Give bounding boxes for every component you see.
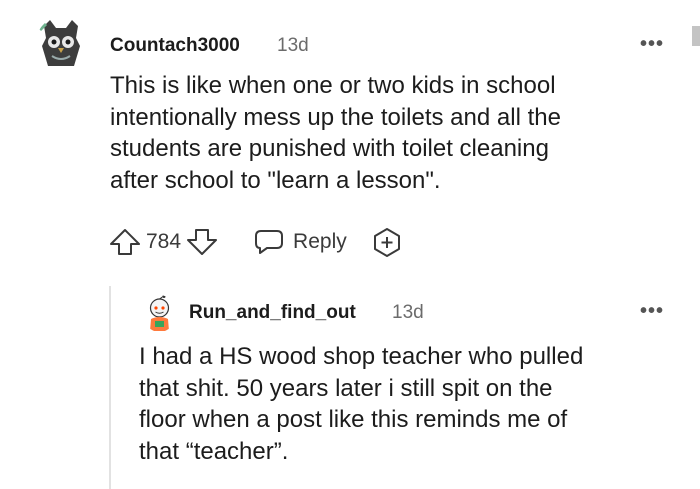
owl-avatar-icon [36,16,86,72]
speech-bubble-icon [253,228,285,256]
reply-timestamp[interactable]: 13d [392,302,424,324]
comment-timestamp[interactable]: 13d [277,35,309,57]
upvote-icon[interactable] [108,227,142,257]
reply-more-options-button[interactable]: ••• [640,301,664,321]
more-options-button[interactable]: ••• [640,34,664,54]
user-avatar[interactable] [36,16,86,72]
reply-body: I had a HS wood shop teacher who pulled … [139,343,584,465]
downvote-icon[interactable] [185,227,219,257]
reply-username[interactable]: Run_and_find_out [189,302,356,324]
snoo-avatar-icon [143,295,176,332]
reply-avatar[interactable] [143,295,176,332]
award-plus-icon[interactable] [371,226,403,258]
comment-actions: 784 Reply [108,223,403,261]
reply-label: Reply [293,230,347,253]
thread-line[interactable] [109,286,111,489]
scrollbar-thumb[interactable] [692,26,700,46]
comment-body: This is like when one or two kids in sch… [110,72,561,194]
reply-button[interactable]: Reply [253,228,347,256]
comment-username[interactable]: Countach3000 [110,35,240,57]
vote-score: 784 [146,230,182,253]
